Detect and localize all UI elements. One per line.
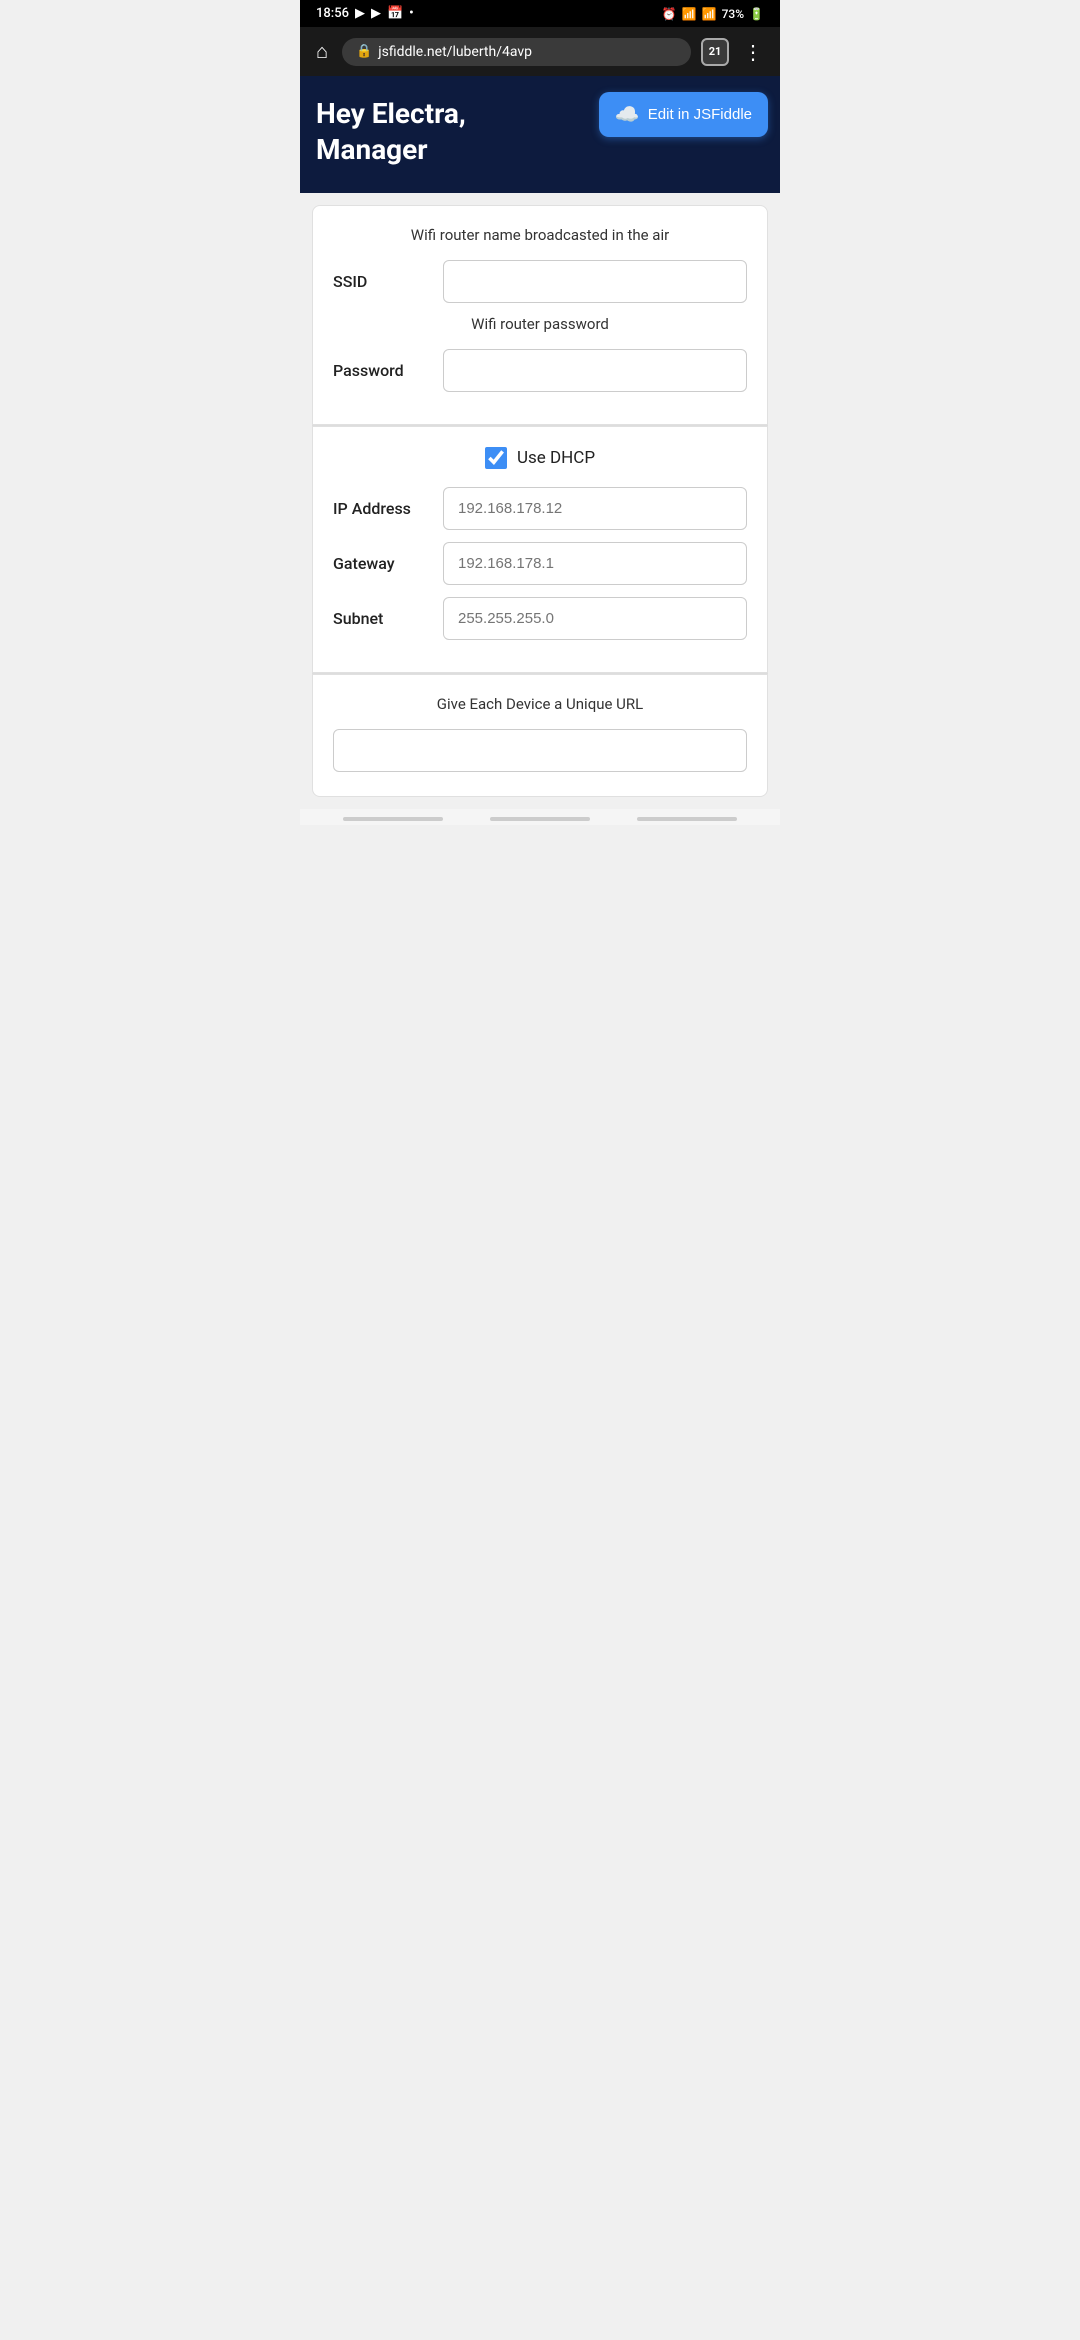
ssid-input[interactable] — [443, 260, 747, 303]
banner-title: Hey Electra, Manager — [316, 96, 585, 169]
scroll-bar-center — [490, 817, 590, 821]
gateway-label: Gateway — [333, 554, 433, 573]
gateway-input[interactable] — [443, 542, 747, 585]
password-input[interactable] — [443, 349, 747, 392]
ip-address-row: IP Address — [333, 487, 747, 530]
ssid-row: SSID — [333, 260, 747, 303]
signal-icon: 📶 — [702, 7, 717, 21]
dot-indicator: • — [409, 6, 414, 21]
network-card: Use DHCP IP Address Gateway Subnet — [312, 426, 768, 673]
password-description: Wifi router password — [333, 315, 747, 333]
jsfiddle-banner: Hey Electra, Manager ☁️ Edit in JSFiddle — [300, 76, 780, 193]
status-right: ⏰ 📶 📶 73% 🔋 — [662, 7, 764, 21]
home-button[interactable]: ⌂ — [312, 35, 332, 68]
url-bar[interactable]: 🔒 jsfiddle.net/luberth/4avp — [342, 38, 691, 66]
ssid-description: Wifi router name broadcasted in the air — [333, 226, 747, 244]
subnet-input[interactable] — [443, 597, 747, 640]
ip-address-label: IP Address — [333, 499, 433, 518]
time: 18:56 — [316, 6, 349, 21]
gateway-row: Gateway — [333, 542, 747, 585]
cloud-icon: ☁️ — [615, 102, 640, 127]
url-title: Give Each Device a Unique URL — [333, 695, 747, 713]
url-input[interactable] — [333, 729, 747, 772]
subnet-label: Subnet — [333, 609, 433, 628]
password-label: Password — [333, 361, 433, 380]
dhcp-row: Use DHCP — [333, 447, 747, 469]
lock-icon: 🔒 — [356, 44, 372, 59]
url-card: Give Each Device a Unique URL — [312, 674, 768, 797]
wifi-icon: 📶 — [682, 7, 697, 21]
menu-button[interactable]: ⋮ — [739, 36, 768, 68]
battery-icon: 🔋 — [749, 7, 764, 21]
scroll-bar-left — [343, 817, 443, 821]
dhcp-label[interactable]: Use DHCP — [517, 448, 595, 468]
edit-jsfiddle-label: Edit in JSFiddle — [648, 106, 752, 123]
ip-address-input[interactable] — [443, 487, 747, 530]
youtube-music-icon: ▶ — [371, 6, 381, 21]
status-bar: 18:56 ▶ ▶ 📅 • ⏰ 📶 📶 73% 🔋 — [300, 0, 780, 27]
password-row: Password — [333, 349, 747, 392]
wifi-card: Wifi router name broadcasted in the air … — [312, 205, 768, 425]
subnet-row: Subnet — [333, 597, 747, 640]
dhcp-checkbox[interactable] — [485, 447, 507, 469]
main-content: Wifi router name broadcasted in the air … — [300, 193, 780, 809]
scroll-bar-right — [637, 817, 737, 821]
status-left: 18:56 ▶ ▶ 📅 • — [316, 6, 414, 21]
edit-jsfiddle-button[interactable]: ☁️ Edit in JSFiddle — [599, 92, 768, 137]
tabs-button[interactable]: 21 — [701, 38, 729, 66]
scroll-indicators — [300, 809, 780, 825]
ssid-label: SSID — [333, 272, 433, 291]
alarm-icon: ⏰ — [662, 7, 677, 21]
battery-text: 73% — [722, 7, 744, 21]
youtube-icon: ▶ — [355, 6, 365, 21]
url-text: jsfiddle.net/luberth/4avp — [378, 44, 677, 60]
browser-bar: ⌂ 🔒 jsfiddle.net/luberth/4avp 21 ⋮ — [300, 27, 780, 76]
calendar-icon: 📅 — [387, 6, 403, 21]
